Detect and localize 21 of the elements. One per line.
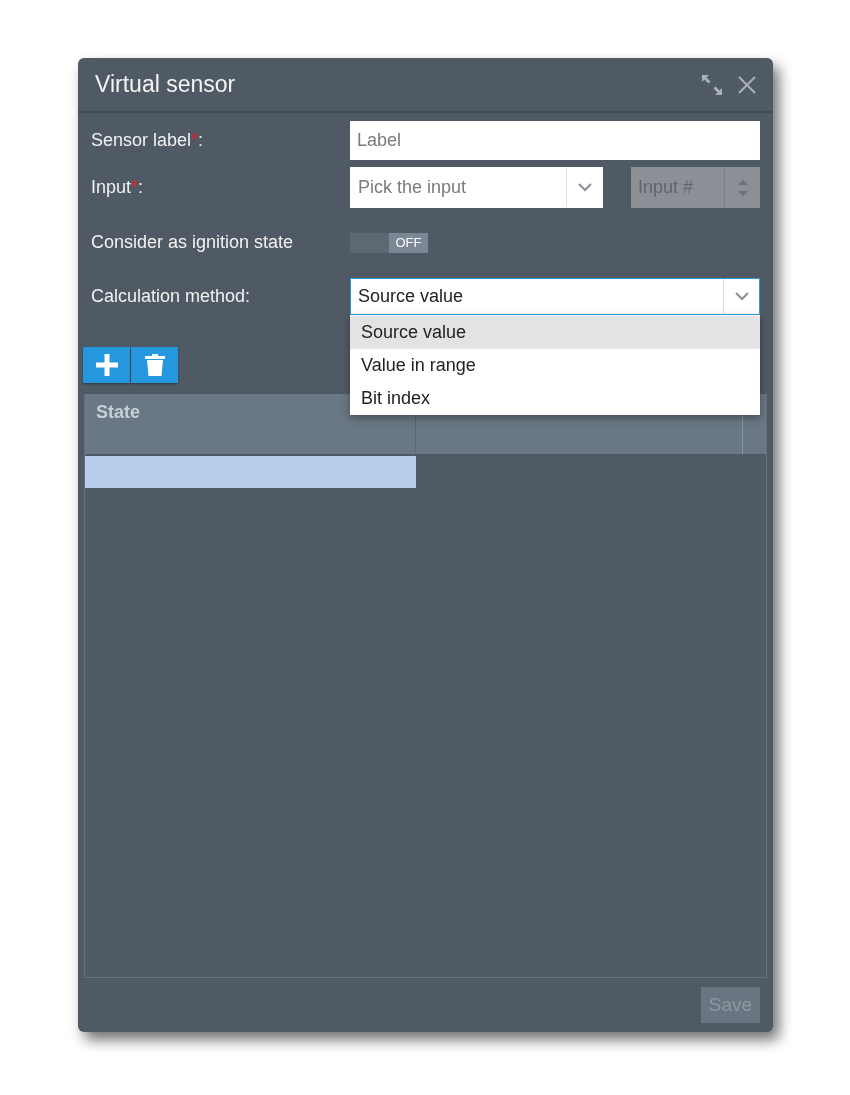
field-label: Calculation method:	[91, 286, 252, 307]
close-icon[interactable]	[738, 75, 756, 94]
trash-icon	[144, 354, 165, 376]
dropdown-option[interactable]: Source value	[350, 316, 760, 349]
text-input[interactable]: Label	[350, 121, 760, 160]
dropdown-option[interactable]: Bit index	[350, 382, 760, 415]
chevron-down-icon	[577, 183, 592, 192]
expand-icon[interactable]	[700, 72, 724, 97]
dropdown-field[interactable]: Source value	[350, 278, 760, 315]
chevron-down-icon	[734, 292, 749, 301]
plus-icon	[95, 354, 118, 376]
select-value: Source value	[357, 285, 465, 308]
dropdown-field[interactable]: Pick the input	[350, 167, 603, 208]
add-button[interactable]	[83, 347, 130, 383]
window-title: Virtual sensor	[95, 71, 237, 98]
select-placeholder: Pick the input	[357, 176, 468, 199]
field-label: Sensor label*:	[91, 130, 205, 151]
dropdown-option[interactable]: Value in range	[350, 349, 760, 382]
field-label: Consider as ignition state	[91, 232, 295, 253]
delete-button[interactable]	[131, 347, 178, 383]
field-label: Input*:	[91, 177, 145, 198]
